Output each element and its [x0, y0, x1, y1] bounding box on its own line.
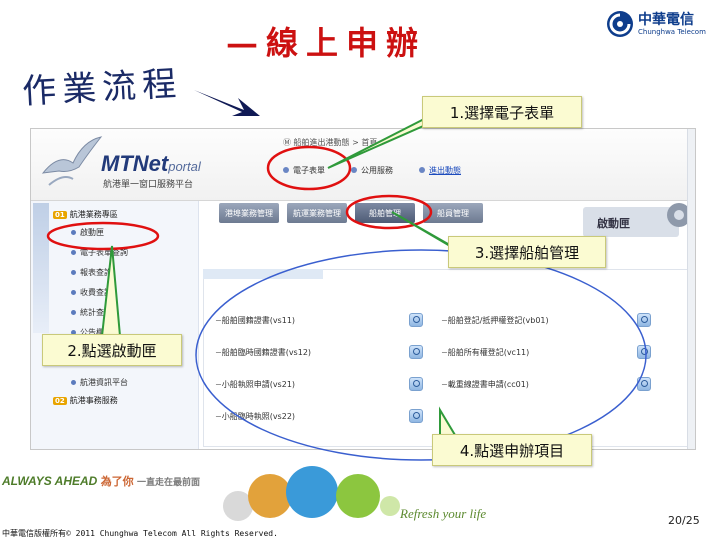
group-label: 航港業務專區 — [69, 210, 118, 219]
group-label: 航港事務服務 — [69, 396, 118, 405]
service-item-vs22[interactable]: 小船臨時執照(vs22) — [215, 411, 295, 422]
portal-header: MTNetportal 航港單一窗口服務平台 Ⓜ 船舶進出港動態 > 首頁 電子… — [31, 129, 695, 201]
panel-top-strip — [203, 269, 323, 279]
search-icon[interactable] — [409, 409, 423, 423]
callout-step-1: 1.選擇電子表單 — [422, 96, 582, 128]
search-icon[interactable] — [409, 377, 423, 391]
always-ahead-en: ALWAYS AHEAD — [2, 474, 98, 488]
sidebar-group-2[interactable]: 02 航港事務服務 — [53, 395, 118, 406]
breadcrumb: Ⓜ 船舶進出港動態 > 首頁 — [283, 138, 378, 147]
group-number: 01 — [53, 210, 67, 219]
slogan-cn2: 一直走在最前面 — [137, 477, 201, 487]
mtnet-logo-suffix: portal — [168, 159, 201, 174]
menu-item-public-services[interactable]: 公用服務 — [351, 165, 393, 176]
tab-shipping-business[interactable]: 航運業務管理 — [287, 203, 347, 223]
tab-port-business[interactable]: 港埠業務管理 — [219, 203, 279, 223]
callout-step-4: 4.點選申辦項目 — [432, 434, 592, 466]
header-menu: 電子表單 公用服務 進出動態 — [283, 165, 461, 176]
refresh-slogan: Refresh your life — [400, 506, 487, 521]
logo-name-en: Chunghwa Telecom — [638, 27, 706, 36]
search-icon[interactable] — [637, 313, 651, 327]
service-item-cc01[interactable]: 載重線證書申請(cc01) — [441, 379, 529, 390]
callout-step-3: 3.選擇船舶管理 — [448, 236, 606, 268]
portal-screenshot: MTNetportal 航港單一窗口服務平台 Ⓜ 船舶進出港動態 > 首頁 電子… — [30, 128, 696, 450]
callout-step-2: 2.點選啟動匣 — [42, 334, 182, 366]
slogan-cn: 為了你 — [100, 476, 134, 488]
search-icon[interactable] — [409, 313, 423, 327]
portal-sidebar: 01 航港業務專區 啟動匣 電子表單查詢 報表查詢 收費查詢 統計查詢 公告欄 … — [31, 201, 199, 449]
handwritten-title: 作業流程 — [21, 63, 184, 113]
search-icon[interactable] — [637, 345, 651, 359]
always-ahead-text: ALWAYS AHEAD 為了你 一直走在最前面 — [2, 474, 200, 488]
page-number: 20/25 — [668, 514, 700, 527]
service-item-vs21[interactable]: 小船執照申請(vs21) — [215, 379, 295, 390]
mtnet-logo-text: MTNet — [101, 151, 169, 176]
menu-item-port-dynamics[interactable]: 進出動態 — [419, 165, 461, 176]
slide-title: —線上申辦 — [226, 18, 426, 64]
brush-arrow-decoration — [194, 90, 260, 116]
sidebar-group-1[interactable]: 01 航港業務專區 — [53, 209, 118, 220]
tab-crew-management[interactable]: 船員管理 — [423, 203, 483, 223]
scrollbar[interactable] — [687, 129, 695, 449]
title-text: 線上申辦 — [266, 24, 427, 62]
sidebar-item-port-info[interactable]: 航港資訊平台 — [71, 377, 128, 388]
service-item-vb01[interactable]: 船舶登記/抵押權登記(vb01) — [441, 315, 549, 326]
chunghwa-mark-icon — [607, 11, 633, 37]
sidebar-vertical-banner — [33, 203, 49, 333]
footer-slogan: ALWAYS AHEAD 為了你 一直走在最前面 — [2, 470, 200, 489]
decorative-circles — [223, 466, 400, 521]
sidebar-item-report-query[interactable]: 報表查詢 — [71, 267, 112, 278]
group-number: 02 — [53, 396, 67, 405]
service-item-vs11[interactable]: 船舶國籍證書(vs11) — [215, 315, 295, 326]
logo-name-cn: 中華電信 — [638, 11, 694, 28]
menu-item-e-forms[interactable]: 電子表單 — [283, 165, 325, 176]
launcher-heading: 啟動匣 — [597, 217, 630, 230]
slide: 作業流程 —線上申辦 中華電信 Chunghwa Telecom MTNetpo… — [0, 0, 720, 540]
title-dash: — — [226, 24, 266, 62]
service-item-vs12[interactable]: 船舶臨時國籍證書(vs12) — [215, 347, 311, 358]
search-icon[interactable] — [409, 345, 423, 359]
portal-subtitle: 航港單一窗口服務平台 — [103, 180, 194, 190]
sidebar-item-stats-query[interactable]: 統計查詢 — [71, 307, 112, 318]
sidebar-item-e-form-query[interactable]: 電子表單查詢 — [71, 247, 128, 258]
seagull-icon — [41, 136, 103, 186]
service-item-vc11[interactable]: 船舶所有權登記(vc11) — [441, 347, 530, 358]
tab-ship-management[interactable]: 船舶管理 — [355, 203, 415, 223]
chunghwa-logo: 中華電信 Chunghwa Telecom — [606, 10, 706, 38]
search-icon[interactable] — [637, 377, 651, 391]
copyright: 中華電信版權所有© 2011 Chunghwa Telecom All Righ… — [2, 529, 278, 538]
sidebar-item-launcher[interactable]: 啟動匣 — [71, 227, 104, 238]
category-tabs: 港埠業務管理 航運業務管理 船舶管理 船員管理 — [219, 203, 483, 223]
sidebar-item-fee-query[interactable]: 收費查詢 — [71, 287, 112, 298]
mtnet-portal-logo: MTNetportal — [101, 151, 201, 177]
